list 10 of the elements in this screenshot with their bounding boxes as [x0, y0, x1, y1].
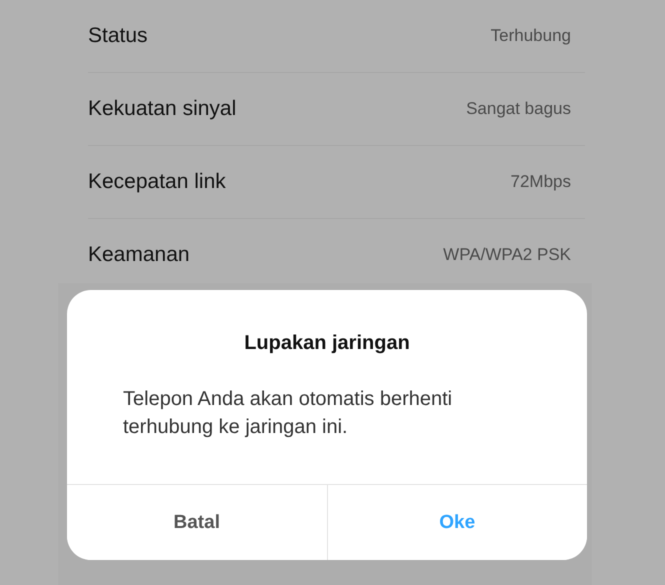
detail-value: WPA/WPA2 PSK [443, 245, 572, 265]
detail-value: Sangat bagus [466, 99, 572, 119]
detail-label: Keamanan [88, 243, 190, 267]
detail-label: Kecepatan link [88, 170, 226, 194]
dialog-title: Lupakan jaringan [243, 332, 411, 355]
detail-value: Terhubung [490, 26, 572, 46]
dialog-message: Telepon Anda akan otomatis berhenti terhubung ke jaringan ini. [123, 387, 454, 440]
detail-label: Status [88, 24, 148, 48]
detail-value: 72Mbps [510, 172, 572, 192]
detail-label: Kekuatan sinyal [88, 97, 236, 121]
